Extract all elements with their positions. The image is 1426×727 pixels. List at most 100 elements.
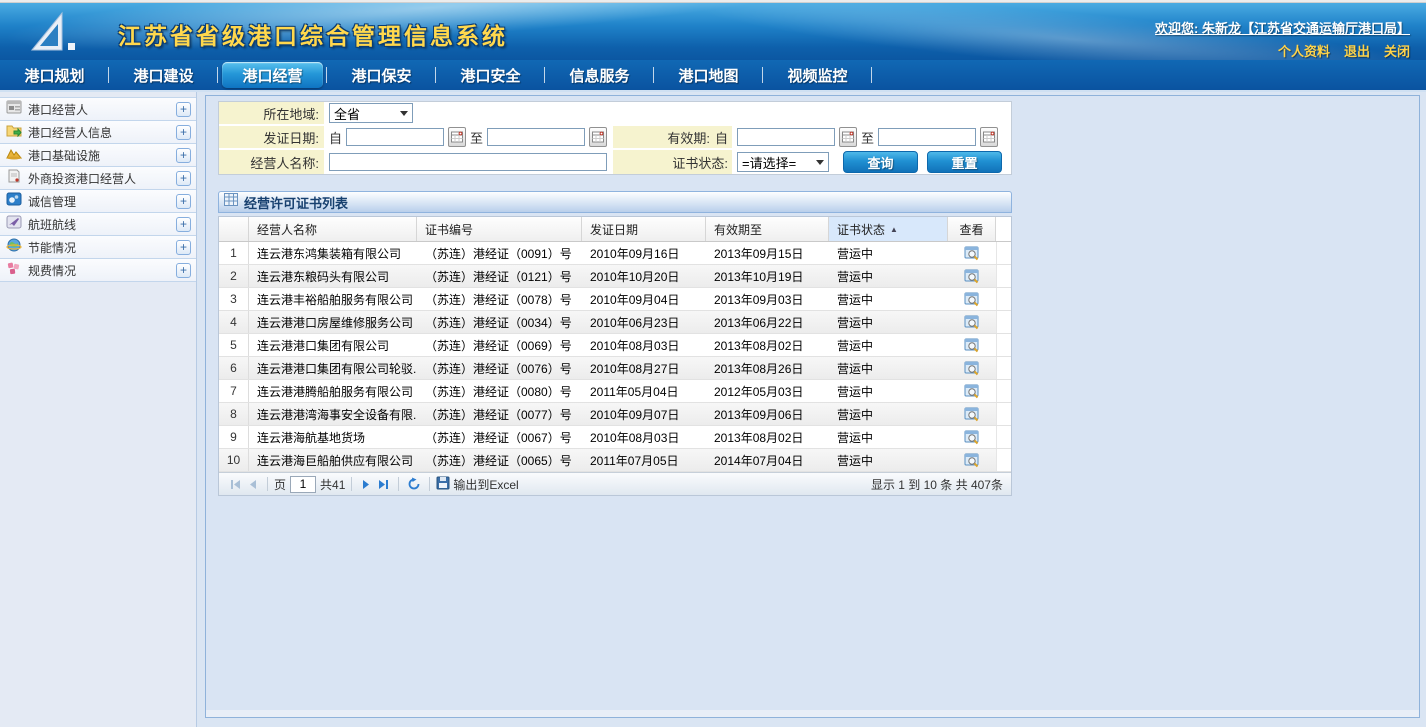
- tab-port-security[interactable]: 港口保安: [327, 60, 436, 90]
- view-record-icon[interactable]: [964, 361, 980, 376]
- issue-date-from-input[interactable]: [346, 128, 444, 146]
- globe-icon: [6, 238, 22, 257]
- view-record-icon[interactable]: [964, 407, 980, 422]
- table-row[interactable]: 5 连云港港口集团有限公司 （苏连）港经证（0069）号 2010年08月03日…: [219, 334, 1011, 357]
- view-record-icon[interactable]: [964, 315, 980, 330]
- operator-name-cell: 连云港海巨船舶供应有限公司: [249, 449, 417, 471]
- folder-arrow-icon: [6, 123, 22, 142]
- cert-number-cell: （苏连）港经证（0080）号: [417, 380, 582, 402]
- calendar-icon[interactable]: [589, 127, 607, 147]
- operator-name-cell: 连云港港口集团有限公司: [249, 334, 417, 356]
- status-cell: 营运中: [829, 449, 948, 471]
- row-number: 3: [219, 288, 249, 310]
- view-record-icon[interactable]: [964, 430, 980, 445]
- table-row[interactable]: 9 连云港海航基地货场 （苏连）港经证（0067）号 2010年08月03日 2…: [219, 426, 1011, 449]
- export-excel-button[interactable]: 输出到Excel: [436, 476, 518, 493]
- calendar-icon[interactable]: [980, 127, 998, 147]
- operator-name-cell: 连云港港口集团有限公司轮驳...: [249, 357, 417, 379]
- col-operator-name[interactable]: 经营人名称: [249, 217, 417, 241]
- col-cert-status-sorted[interactable]: 证书状态▲: [829, 217, 948, 241]
- view-record-icon[interactable]: [964, 246, 980, 261]
- divider: [351, 477, 352, 491]
- table-row[interactable]: 2 连云港东粮码头有限公司 （苏连）港经证（0121）号 2010年10月20日…: [219, 265, 1011, 288]
- operator-name-cell: 连云港东粮码头有限公司: [249, 265, 417, 287]
- view-record-icon[interactable]: [964, 338, 980, 353]
- cert-number-cell: （苏连）港经证（0121）号: [417, 265, 582, 287]
- expand-plus-icon[interactable]: +: [176, 263, 191, 278]
- sidebar-item-flight-routes[interactable]: 航班航线 +: [0, 213, 196, 236]
- table-row[interactable]: 4 连云港港口房屋维修服务公司 （苏连）港经证（0034）号 2010年06月2…: [219, 311, 1011, 334]
- prev-page-icon[interactable]: [246, 478, 259, 491]
- sidebar-item-port-operators[interactable]: 港口经营人 +: [0, 98, 196, 121]
- tab-port-map[interactable]: 港口地图: [654, 60, 763, 90]
- divider: [398, 477, 399, 491]
- profile-link[interactable]: 个人资料: [1278, 41, 1330, 60]
- view-record-icon[interactable]: [964, 384, 980, 399]
- col-cert-number[interactable]: 证书编号: [417, 217, 582, 241]
- sidebar-item-energy-saving[interactable]: 节能情况 +: [0, 236, 196, 259]
- id-card-icon: [6, 100, 22, 119]
- calendar-icon[interactable]: [448, 127, 466, 147]
- tab-video-monitor[interactable]: 视频监控: [763, 60, 872, 90]
- expand-plus-icon[interactable]: +: [176, 194, 191, 209]
- table-row[interactable]: 10 连云港海巨船舶供应有限公司 （苏连）港经证（0065）号 2011年07月…: [219, 449, 1011, 472]
- status-cell: 营运中: [829, 242, 948, 264]
- table-row[interactable]: 7 连云港港腾船舶服务有限公司 （苏连）港经证（0080）号 2011年05月0…: [219, 380, 1011, 403]
- table-row[interactable]: 8 连云港港湾海事安全设备有限... （苏连）港经证（0077）号 2010年0…: [219, 403, 1011, 426]
- search-form: 所在地域: 全省 发证日期: 自 至: [218, 101, 1012, 175]
- last-page-icon[interactable]: [377, 478, 390, 491]
- expand-plus-icon[interactable]: +: [176, 102, 191, 117]
- expand-plus-icon[interactable]: +: [176, 148, 191, 163]
- region-select[interactable]: 全省: [329, 103, 413, 123]
- view-record-icon[interactable]: [964, 269, 980, 284]
- expand-plus-icon[interactable]: +: [176, 217, 191, 232]
- valid-to-input[interactable]: [878, 128, 976, 146]
- table-row[interactable]: 1 连云港东鸿集装箱有限公司 （苏连）港经证（0091）号 2010年09月16…: [219, 242, 1011, 265]
- query-button[interactable]: 查询: [843, 151, 918, 173]
- issue-date-cell: 2011年07月05日: [582, 449, 706, 471]
- sidebar-item-foreign-investment-operators[interactable]: 外商投资港口经营人 +: [0, 167, 196, 190]
- tab-port-safety[interactable]: 港口安全: [436, 60, 545, 90]
- operator-name-cell: 连云港港腾船舶服务有限公司: [249, 380, 417, 402]
- reset-button[interactable]: 重置: [927, 151, 1002, 173]
- logout-link[interactable]: 退出: [1344, 41, 1370, 60]
- next-page-icon[interactable]: [360, 478, 373, 491]
- issue-date-cell: 2010年08月03日: [582, 334, 706, 356]
- col-issue-date[interactable]: 发证日期: [582, 217, 706, 241]
- tab-info-service[interactable]: 信息服务: [545, 60, 654, 90]
- col-valid-until[interactable]: 有效期至: [706, 217, 829, 241]
- tab-port-operation[interactable]: 港口经营: [218, 60, 327, 90]
- app-logo-icon: [28, 10, 90, 59]
- expand-plus-icon[interactable]: +: [176, 171, 191, 186]
- cert-number-cell: （苏连）港经证（0065）号: [417, 449, 582, 471]
- refresh-icon[interactable]: [407, 477, 421, 491]
- expand-plus-icon[interactable]: +: [176, 125, 191, 140]
- first-page-icon[interactable]: [229, 478, 242, 491]
- row-number: 8: [219, 403, 249, 425]
- sidebar-item-credit-management[interactable]: 诚信管理 +: [0, 190, 196, 213]
- table-row[interactable]: 3 连云港丰裕船舶服务有限公司 （苏连）港经证（0078）号 2010年09月0…: [219, 288, 1011, 311]
- valid-from-input[interactable]: [737, 128, 835, 146]
- cert-status-select[interactable]: =请选择=: [737, 152, 829, 172]
- status-cell: 营运中: [829, 403, 948, 425]
- calendar-icon[interactable]: [839, 127, 857, 147]
- page-number-input[interactable]: [290, 476, 316, 493]
- tab-port-planning[interactable]: 港口规划: [0, 60, 109, 90]
- tab-port-construction[interactable]: 港口建设: [109, 60, 218, 90]
- issue-date-to-input[interactable]: [487, 128, 585, 146]
- sidebar-item-fees[interactable]: 规费情况 +: [0, 259, 196, 282]
- status-cell: 营运中: [829, 288, 948, 310]
- document-icon: [6, 169, 22, 188]
- expand-plus-icon[interactable]: +: [176, 240, 191, 255]
- table-row[interactable]: 6 连云港港口集团有限公司轮驳... （苏连）港经证（0076）号 2010年0…: [219, 357, 1011, 380]
- header-links: 个人资料 退出 关闭: [1278, 41, 1410, 60]
- row-number: 10: [219, 449, 249, 471]
- close-link[interactable]: 关闭: [1384, 41, 1410, 60]
- sidebar-item-infrastructure[interactable]: 港口基础设施 +: [0, 144, 196, 167]
- operator-name-input[interactable]: [329, 153, 607, 171]
- view-record-icon[interactable]: [964, 453, 980, 468]
- operator-name-cell: 连云港东鸿集装箱有限公司: [249, 242, 417, 264]
- view-record-icon[interactable]: [964, 292, 980, 307]
- page-title: 江苏省省级港口综合管理信息系统: [118, 17, 508, 51]
- sidebar-item-operator-info[interactable]: 港口经营人信息 +: [0, 121, 196, 144]
